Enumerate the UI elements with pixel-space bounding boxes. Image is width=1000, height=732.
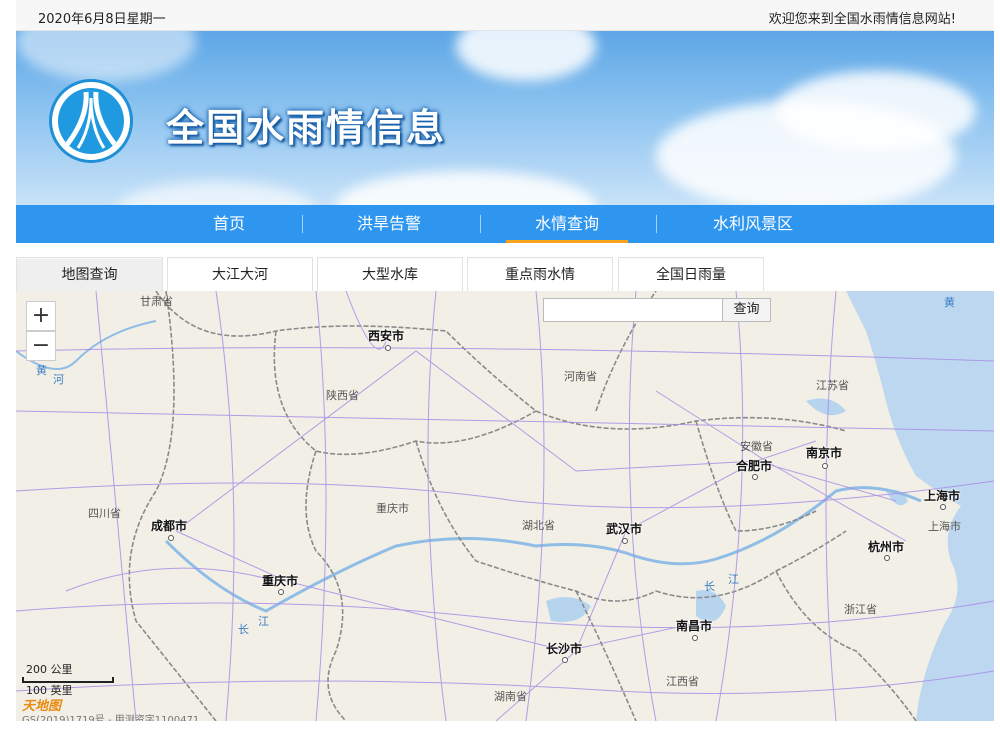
river-label: 江 (258, 615, 269, 628)
nav-water-query[interactable]: 水情查询 (484, 205, 650, 243)
tab-map-query[interactable]: 地图查询 (16, 257, 163, 291)
site-logo[interactable] (49, 79, 133, 163)
city-marker (562, 657, 568, 663)
city-label[interactable]: 杭州市 (868, 538, 904, 555)
city-label[interactable]: 武汉市 (606, 520, 642, 537)
scale-km: 200 公里 (26, 663, 73, 676)
nav-active-indicator (506, 240, 628, 243)
city-marker (168, 535, 174, 541)
site-banner: 全国水雨情信息 (16, 31, 994, 205)
main-nav: 首页 洪旱告警 水情查询 水利风景区 (16, 205, 994, 243)
zoom-out-button[interactable]: − (26, 331, 56, 361)
city-label[interactable]: 上海市 (924, 487, 960, 504)
city-label[interactable]: 南京市 (806, 444, 842, 461)
city-label[interactable]: 南昌市 (676, 617, 712, 634)
province-label: 陕西省 (326, 389, 359, 402)
map-search-button[interactable]: 查询 (722, 298, 771, 322)
province-label: 甘肃省 (140, 295, 173, 308)
tab-major-rivers[interactable]: 大江大河 (167, 257, 313, 291)
river-label: 长 (704, 580, 715, 593)
nav-divider (302, 215, 303, 233)
river-label: 长 (238, 623, 249, 636)
province-label: 湖南省 (494, 690, 527, 703)
map-base-layer (16, 291, 994, 721)
city-marker (692, 635, 698, 641)
nav-water-scenic-areas[interactable]: 水利风景区 (670, 205, 836, 243)
province-label: 江西省 (666, 675, 699, 688)
welcome-text: 欢迎您来到全国水雨情信息网站! (768, 12, 956, 27)
nav-divider (656, 215, 657, 233)
map-search-input[interactable] (543, 298, 723, 322)
river-label: 河 (53, 373, 64, 386)
nav-flood-drought-alert[interactable]: 洪旱告警 (306, 205, 472, 243)
nav-home[interactable]: 首页 (146, 205, 312, 243)
top-bar: 2020年6月8日星期一 欢迎您来到全国水雨情信息网站! (16, 0, 994, 31)
province-label: 四川省 (88, 507, 121, 520)
tab-key-rain-water[interactable]: 重点雨水情 (467, 257, 613, 291)
district-label: 上海市 (928, 520, 961, 533)
province-label: 湖北省 (522, 519, 555, 532)
river-label: 黄 (944, 296, 955, 309)
city-label[interactable]: 长沙市 (546, 640, 582, 657)
current-date: 2020年6月8日星期一 (38, 12, 166, 27)
tab-national-daily-rainfall[interactable]: 全国日雨量 (618, 257, 764, 291)
river-label: 江 (728, 573, 739, 586)
map-view[interactable]: + − 查询 甘肃省 陕西省 河南省 江苏省 安徽省 四川省 湖北省 重庆市 浙… (16, 291, 994, 721)
province-label: 江苏省 (816, 379, 849, 392)
tab-large-reservoirs[interactable]: 大型水库 (317, 257, 463, 291)
province-label: 重庆市 (376, 502, 409, 515)
water-emblem-icon (58, 88, 124, 154)
zoom-in-button[interactable]: + (26, 301, 56, 331)
city-label[interactable]: 成都市 (151, 517, 187, 534)
city-marker (884, 555, 890, 561)
map-copyright: GS(2019)1719号 - 甲测资字1100471 (22, 715, 200, 721)
city-marker (385, 345, 391, 351)
nav-divider (480, 215, 481, 233)
city-marker (940, 504, 946, 510)
city-label[interactable]: 合肥市 (736, 457, 772, 474)
city-marker (752, 474, 758, 480)
city-label[interactable]: 西安市 (368, 327, 404, 344)
city-marker (622, 538, 628, 544)
city-label[interactable]: 重庆市 (262, 572, 298, 589)
city-marker (278, 589, 284, 595)
province-label: 安徽省 (740, 440, 773, 453)
province-label: 河南省 (564, 370, 597, 383)
river-label: 黄 (36, 364, 47, 377)
site-title: 全国水雨情信息 (166, 106, 447, 150)
city-marker (822, 463, 828, 469)
province-label: 浙江省 (844, 603, 877, 616)
